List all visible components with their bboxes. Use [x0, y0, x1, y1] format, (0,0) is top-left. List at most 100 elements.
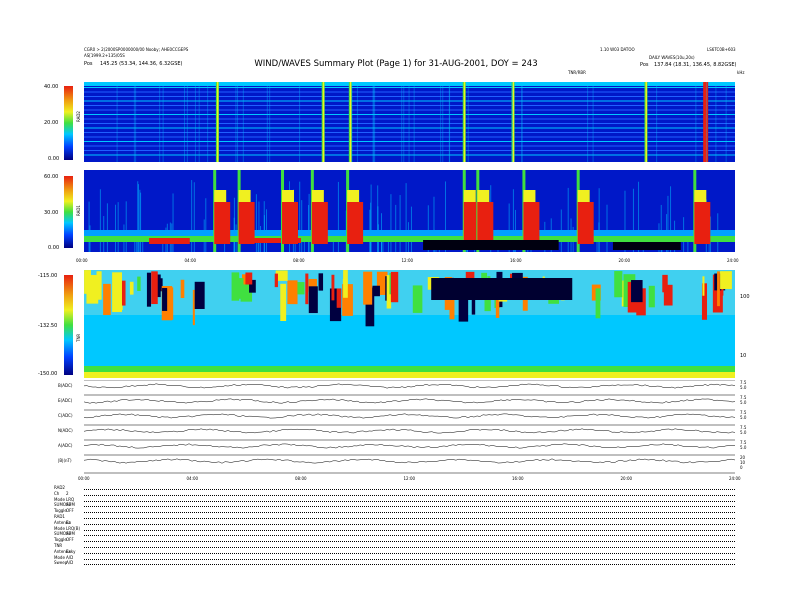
trace-x-tick: 00:00: [78, 476, 90, 481]
rad1-ytick-0: 60.00: [44, 174, 59, 180]
trace-line: [593, 399, 598, 401]
trace-line: [716, 416, 721, 418]
trace-line: [644, 417, 649, 419]
trace-line: [287, 401, 292, 403]
trace-line: [530, 383, 535, 386]
trace-line: [380, 401, 385, 404]
trace-line: [539, 445, 544, 447]
trace-line: [452, 444, 457, 446]
trace-line: [122, 429, 127, 431]
trace-line: [659, 443, 664, 446]
trace-line: [362, 430, 367, 433]
trace-line: [464, 429, 469, 432]
footer-value: A/D: [66, 560, 74, 566]
trace-line: [338, 399, 343, 401]
trace-line: [218, 413, 223, 415]
trace-line: [239, 399, 244, 401]
rad2-event-core: [216, 82, 219, 162]
trace-line: [389, 400, 394, 403]
trace-line: [182, 385, 187, 388]
trace-line: [86, 402, 91, 404]
trace-line: [239, 431, 244, 433]
trace-line: [677, 460, 682, 463]
rad2-streak: [237, 82, 239, 162]
trace-line: [125, 414, 130, 416]
tnr-blob: [412, 285, 423, 313]
trace-line: [575, 444, 580, 446]
trace-line: [314, 429, 319, 432]
trace-line: [263, 458, 268, 460]
trace-line: [92, 415, 97, 418]
trace-line: [620, 460, 625, 462]
header-left-line2: AS[1999.2+135/05S: [84, 53, 125, 58]
trace-line: [575, 428, 580, 430]
rad1-streak: [567, 187, 569, 252]
trace-line: [521, 460, 526, 463]
trace-line: [161, 445, 166, 447]
trace-line: [425, 398, 430, 400]
trace-line: [137, 399, 142, 401]
trace-line: [494, 461, 499, 464]
rad1-streak: [140, 192, 142, 252]
trace-line: [182, 430, 187, 432]
trace-line: [197, 414, 202, 416]
trace-line: [581, 400, 586, 403]
trace-line: [371, 416, 376, 418]
trace-line: [296, 386, 301, 389]
trace-line: [470, 459, 475, 461]
trace-line: [317, 399, 322, 401]
trace-right-tick: 5.0: [740, 385, 747, 390]
trace-line: [404, 386, 409, 388]
trace-line: [392, 461, 397, 463]
subtitle-khz: kHz: [737, 70, 745, 75]
trace-line: [659, 385, 664, 388]
trace-line: [275, 444, 280, 446]
trace-line: [86, 458, 91, 461]
trace-line: [719, 384, 724, 386]
trace-line: [479, 444, 484, 446]
trace-line: [383, 401, 388, 404]
rad2-streak: [706, 82, 708, 162]
trace-line: [269, 444, 274, 446]
trace-line: [644, 401, 649, 404]
rad2-ytick-1: 20.00: [44, 120, 59, 126]
rad1-event-core: [577, 202, 594, 244]
trace-line: [137, 414, 142, 416]
trace-line: [101, 443, 106, 446]
trace-line: [704, 414, 709, 417]
trace-line: [653, 430, 658, 432]
trace-line: [200, 460, 205, 463]
rad1-spectrogram: [84, 170, 735, 252]
trace-line: [503, 429, 508, 431]
trace-line: [167, 458, 172, 461]
footer-key: Mode: [54, 525, 65, 531]
rad2-streak: [207, 82, 209, 162]
tnr-ytick-2: -150.00: [38, 371, 58, 377]
trace-line: [446, 445, 451, 447]
trace-line: [149, 383, 154, 386]
trace-line: [626, 459, 631, 462]
trace-line: [275, 430, 280, 432]
trace-line: [287, 428, 292, 431]
trace-line: [464, 416, 469, 418]
trace-line: [344, 415, 349, 418]
tnr-blob: [180, 279, 185, 299]
trace-line: [680, 386, 685, 389]
trace-line: [425, 461, 430, 463]
trace-line: [197, 444, 202, 446]
trace-line: [179, 385, 184, 387]
rad2-streak: [198, 82, 200, 162]
trace-line: [515, 461, 520, 463]
trace-line: [689, 461, 694, 464]
trace-right-tick: 0: [740, 465, 743, 470]
trace-line: [641, 458, 646, 461]
trace-line: [557, 416, 562, 418]
trace-line: [341, 459, 346, 461]
trace-line: [425, 384, 430, 386]
trace-line: [95, 429, 100, 431]
trace-line: [185, 443, 190, 446]
trace-line: [221, 385, 226, 388]
trace-line: [215, 429, 220, 431]
trace-line: [623, 399, 628, 401]
tnr-blob: [720, 271, 732, 290]
